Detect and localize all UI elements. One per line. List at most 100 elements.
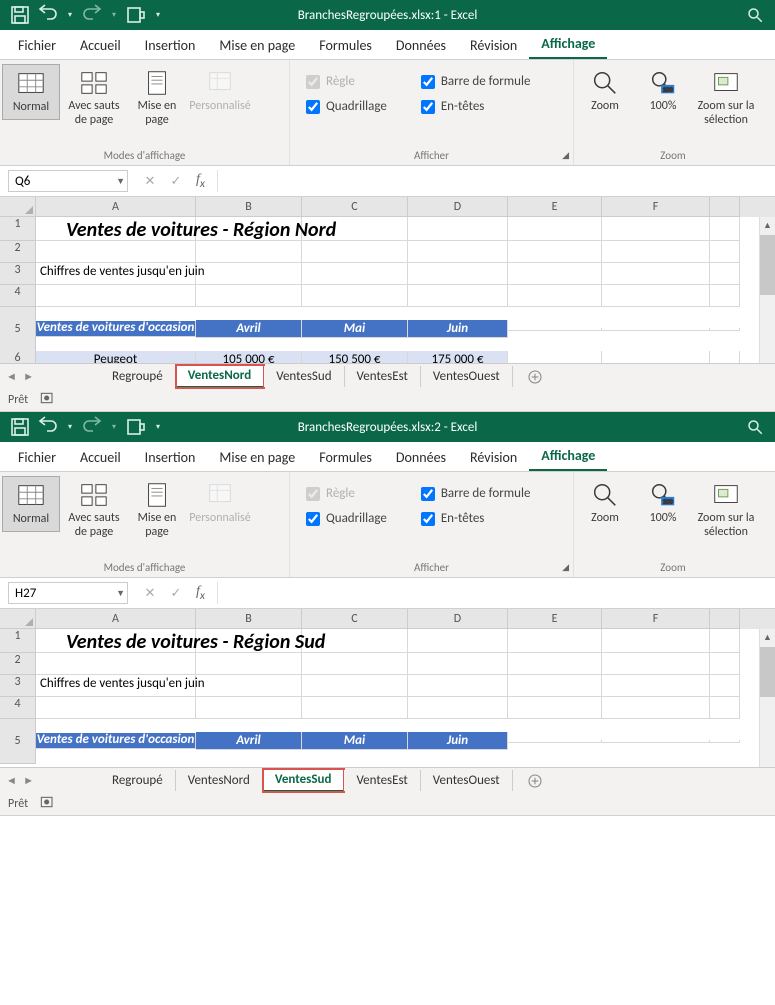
ribbon-tab-revision[interactable]: Révision [458, 443, 529, 471]
col-header[interactable]: E [508, 197, 602, 217]
redo-icon[interactable] [80, 415, 104, 439]
cell[interactable] [602, 263, 710, 285]
cell[interactable] [196, 241, 302, 263]
quick-print-icon[interactable] [124, 415, 148, 439]
sheet-tab-ventessud[interactable]: VentesSud [263, 769, 345, 792]
scrollbar-thumb[interactable] [760, 647, 775, 697]
sheet-nav-right-icon[interactable]: ► [23, 774, 34, 787]
cell[interactable] [710, 697, 740, 719]
row-header[interactable]: 3 [0, 263, 36, 285]
cell[interactable] [408, 217, 508, 241]
col-header[interactable]: E [508, 609, 602, 629]
cell[interactable] [602, 241, 710, 263]
row-header[interactable]: 4 [0, 697, 36, 719]
table-header-cell[interactable]: Mai [302, 320, 408, 338]
cell[interactable]: Ventes de voitures - Région Sud [196, 629, 302, 653]
zoom-button[interactable]: Zoom [576, 64, 634, 118]
table-header-cell[interactable]: Mai [302, 732, 408, 750]
sheet-tab-ventesouest[interactable]: VentesOuest [421, 770, 513, 791]
cell[interactable] [710, 653, 740, 675]
sheet-tab-ventesnord[interactable]: VentesNord [176, 365, 265, 388]
cell[interactable]: Chiffres de ventes jusqu'en juin [36, 263, 196, 285]
page-layout-view-button[interactable]: Mise en page [128, 476, 186, 544]
cell[interactable] [508, 653, 602, 675]
undo-dropdown-icon[interactable]: ▾ [64, 3, 76, 27]
select-all-button[interactable] [0, 609, 36, 629]
cell[interactable] [408, 263, 508, 285]
sheet-tab-ventessud[interactable]: VentesSud [264, 366, 344, 387]
col-header[interactable]: A [36, 609, 196, 629]
vertical-scrollbar[interactable]: ▲ [759, 629, 775, 767]
cell[interactable]: 150 500 € [302, 351, 408, 363]
cell[interactable] [602, 675, 710, 697]
vertical-scrollbar[interactable]: ▲ [759, 217, 775, 363]
cell[interactable] [710, 629, 740, 653]
gridlines-checkbox[interactable]: Quadrillage [306, 99, 387, 114]
qat-customize-icon[interactable]: ▾ [152, 415, 164, 439]
page-break-view-button[interactable]: Avec sauts de page [60, 476, 128, 544]
cell[interactable] [508, 285, 602, 307]
cell[interactable] [508, 740, 602, 743]
undo-dropdown-icon[interactable]: ▾ [64, 415, 76, 439]
headings-checkbox[interactable]: En-têtes [421, 511, 531, 526]
ribbon-tab-insertion[interactable]: Insertion [133, 31, 208, 59]
macro-record-icon[interactable] [40, 392, 56, 408]
cell[interactable]: Chiffres de ventes jusqu'en juin [36, 675, 196, 697]
cell[interactable] [196, 263, 302, 285]
table-header-cell[interactable]: Ventes de voitures d'occasion [36, 733, 196, 749]
cell[interactable] [36, 285, 196, 307]
ribbon-tab-donnees[interactable]: Données [384, 31, 458, 59]
custom-view-button[interactable]: Personnalisé [186, 476, 254, 530]
cell[interactable] [302, 285, 408, 307]
row-header[interactable]: 1 [0, 217, 36, 241]
table-header-cell[interactable]: Juin [408, 320, 508, 338]
col-header[interactable]: D [408, 609, 508, 629]
quick-print-icon[interactable] [124, 3, 148, 27]
row-header[interactable]: 5 [0, 307, 36, 352]
cell[interactable] [602, 351, 710, 363]
sheet-tab-ventesnord[interactable]: VentesNord [176, 770, 263, 791]
new-sheet-button[interactable] [521, 770, 549, 792]
sheet-nav-arrows[interactable]: ◄► [0, 370, 40, 383]
ribbon-tab-accueil[interactable]: Accueil [68, 443, 133, 471]
ribbon-tab-donnees[interactable]: Données [384, 443, 458, 471]
name-box-dropdown-icon[interactable]: ▼ [116, 588, 125, 599]
cell[interactable] [302, 653, 408, 675]
col-header[interactable]: B [196, 197, 302, 217]
ribbon-tab-formules[interactable]: Formules [307, 443, 384, 471]
scrollbar-thumb[interactable] [760, 235, 775, 295]
ribbon-tab-affichage[interactable]: Affichage [529, 29, 607, 59]
cell[interactable] [508, 675, 602, 697]
zoom-selection-button[interactable]: Zoom sur la sélection [692, 64, 760, 132]
cell[interactable] [408, 241, 508, 263]
cell[interactable] [196, 285, 302, 307]
fx-icon[interactable]: fx [190, 584, 211, 603]
cell[interactable] [602, 328, 710, 331]
col-header[interactable]: C [302, 609, 408, 629]
ribbon-tab-fichier[interactable]: Fichier [6, 443, 68, 471]
cell[interactable] [196, 697, 302, 719]
sheet-nav-arrows[interactable]: ◄► [0, 774, 40, 787]
formula-input[interactable] [217, 170, 775, 192]
sheet-tab-ventesest[interactable]: VentesEst [344, 770, 420, 791]
cell[interactable] [36, 653, 196, 675]
ribbon-tab-insertion[interactable]: Insertion [133, 443, 208, 471]
col-header[interactable]: A [36, 197, 196, 217]
zoom-100-button[interactable]: 100 100% [634, 64, 692, 118]
cell[interactable] [302, 675, 408, 697]
search-icon[interactable] [735, 0, 775, 30]
headings-checkbox[interactable]: En-têtes [421, 99, 531, 114]
cell[interactable]: 105 000 € [196, 351, 302, 363]
cell[interactable] [508, 217, 602, 241]
scroll-up-icon[interactable]: ▲ [760, 629, 775, 645]
scroll-up-icon[interactable]: ▲ [760, 217, 775, 233]
gridlines-checkbox[interactable]: Quadrillage [306, 511, 387, 526]
cell[interactable] [196, 653, 302, 675]
select-all-button[interactable] [0, 197, 36, 217]
cell[interactable] [710, 740, 740, 743]
ribbon-tab-affichage[interactable]: Affichage [529, 441, 607, 471]
ribbon-tab-mise-en-page[interactable]: Mise en page [207, 443, 307, 471]
cell[interactable] [602, 285, 710, 307]
cell[interactable] [508, 328, 602, 331]
cell[interactable] [602, 740, 710, 743]
